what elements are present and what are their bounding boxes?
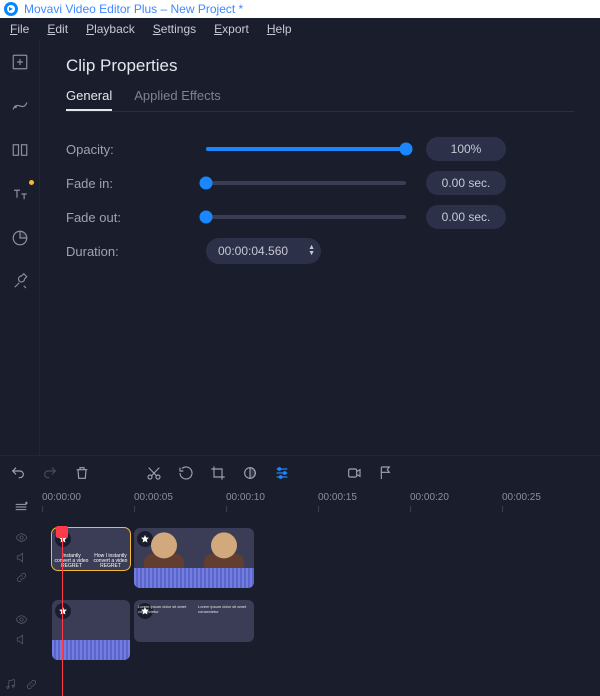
record-icon[interactable] [346,465,362,484]
fade-out-slider[interactable] [206,215,406,219]
mute-icon[interactable] [15,551,28,567]
ruler-tick: 00:00:25 [502,492,541,503]
track-2-head [0,600,42,662]
ruler-tick: 00:00:20 [410,492,449,503]
timeline-clip[interactable] [134,528,254,588]
opacity-value[interactable]: 100% [426,137,506,161]
redo-icon[interactable] [42,465,58,484]
duration-row: Duration: 00:00:04.560 ▲▼ [66,234,574,268]
undo-icon[interactable] [10,465,26,484]
fade-out-label: Fade out: [66,210,206,225]
fade-out-value[interactable]: 0.00 sec. [426,205,506,229]
menu-settings[interactable]: Settings [153,22,196,36]
timeline-clip[interactable] [52,600,130,660]
duration-spin-icon[interactable]: ▲▼ [308,245,315,257]
opacity-row: Opacity: 100% [66,132,574,166]
star-icon [55,603,71,619]
properties-tabs: General Applied Effects [66,88,574,112]
crop-icon[interactable] [210,465,226,484]
title-bar: Movavi Video Editor Plus – New Project * [0,0,600,18]
stickers-icon[interactable] [8,226,32,250]
clip-text: Lorem ipsum dolor sit amet consectetur [198,604,250,638]
marker-icon[interactable] [378,465,394,484]
ruler-tick: 00:00:05 [134,492,173,503]
visibility-icon[interactable] [15,613,28,629]
menu-file[interactable]: File [10,22,29,36]
link-icon[interactable] [25,678,38,694]
ruler-tick: 00:00:10 [226,492,265,503]
link-icon[interactable] [15,571,28,587]
rotate-icon[interactable] [178,465,194,484]
menu-bar: File Edit Playback Settings Export Help [0,18,600,40]
opacity-slider[interactable] [206,147,406,151]
duration-stepper[interactable]: 00:00:04.560 ▲▼ [206,238,321,264]
ruler-tick: 00:00:00 [42,492,81,503]
music-icon[interactable] [4,678,17,694]
menu-playback[interactable]: Playback [86,22,135,36]
transitions-icon[interactable] [8,138,32,162]
menu-export[interactable]: Export [214,22,249,36]
track-1-head [0,528,42,590]
fade-in-value[interactable]: 0.00 sec. [426,171,506,195]
add-media-icon[interactable] [8,50,32,74]
timeline-toolbar [0,456,600,492]
left-tool-rail [0,40,40,455]
audio-track-head [0,676,42,696]
add-track-button[interactable] [0,492,42,522]
menu-edit[interactable]: Edit [47,22,68,36]
more-tools-icon[interactable] [8,270,32,294]
tab-applied-effects[interactable]: Applied Effects [134,88,220,111]
filters-icon[interactable] [8,94,32,118]
star-icon [137,531,153,547]
app-logo-icon [4,2,18,16]
window-title: Movavi Video Editor Plus – New Project * [24,2,243,16]
clip-label: Instantly convert a video REGRET [54,554,89,569]
visibility-icon[interactable] [15,531,28,547]
tab-general[interactable]: General [66,88,112,111]
opacity-label: Opacity: [66,142,206,157]
clip-text: Lorem ipsum dolor sit amet consectetur [138,604,190,638]
delete-icon[interactable] [74,465,90,484]
timeline-section: 00:00:00 00:00:05 00:00:10 00:00:15 00:0… [0,455,600,696]
menu-help[interactable]: Help [267,22,292,36]
titles-icon[interactable] [8,182,32,206]
panel-title: Clip Properties [66,56,574,76]
fade-in-slider[interactable] [206,181,406,185]
mute-icon[interactable] [15,633,28,649]
color-adjust-icon[interactable] [242,465,258,484]
timeline-ruler[interactable]: 00:00:00 00:00:05 00:00:10 00:00:15 00:0… [42,492,600,522]
clip-properties-panel: Clip Properties General Applied Effects … [40,40,600,455]
ruler-tick: 00:00:15 [318,492,357,503]
duration-label: Duration: [66,244,206,259]
fade-in-row: Fade in: 0.00 sec. [66,166,574,200]
cut-icon[interactable] [146,465,162,484]
clip-properties-icon[interactable] [274,465,290,484]
timeline-clip[interactable]: Lorem ipsum dolor sit amet consectetur L… [134,600,254,642]
clip-label: How I instantly convert a video REGRET [93,554,128,569]
fade-out-row: Fade out: 0.00 sec. [66,200,574,234]
duration-value: 00:00:04.560 [218,244,308,258]
fade-in-label: Fade in: [66,176,206,191]
